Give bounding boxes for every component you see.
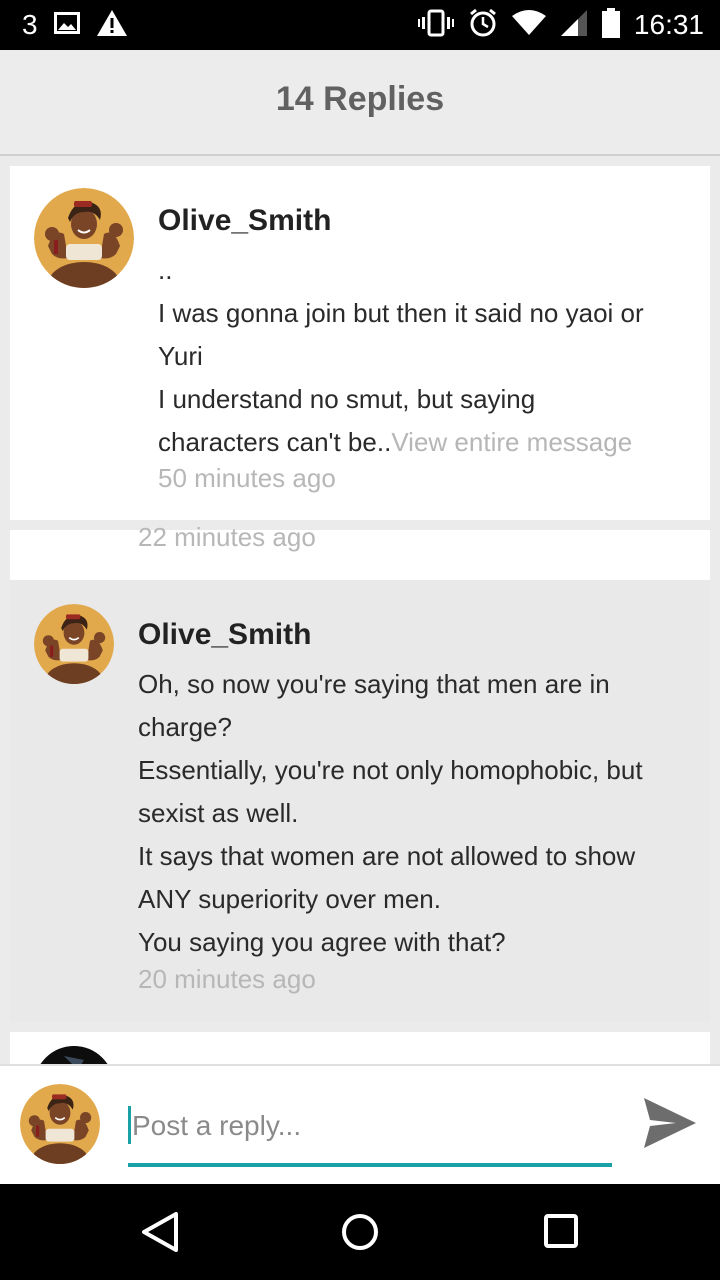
my-avatar[interactable] — [20, 1084, 100, 1164]
reply-card[interactable]: 22 minutes ago — [10, 522, 710, 580]
back-icon[interactable] — [140, 1210, 180, 1259]
navigation-bar — [0, 1184, 720, 1280]
input-underline — [128, 1163, 612, 1167]
reply-timestamp: 50 minutes ago — [158, 463, 336, 493]
vibrate-icon — [417, 9, 454, 42]
warning-icon — [96, 9, 128, 42]
reply-author[interactable]: Olive_Smith — [158, 204, 331, 238]
message-line: I understand no smut, but saying — [158, 384, 536, 414]
notification-count: 3 — [22, 9, 38, 40]
reply-card[interactable] — [10, 1032, 710, 1064]
message-line: charge? — [138, 712, 232, 742]
message-line: .. — [158, 255, 173, 285]
avatar[interactable] — [34, 1046, 114, 1064]
reply-author[interactable]: Olive_Smith — [138, 618, 311, 652]
app-header: 14 Replies — [0, 50, 720, 156]
message-line: ANY superiority over men. — [138, 884, 441, 914]
message-line: Oh, so now you're saying that men are in — [138, 669, 610, 699]
avatar[interactable] — [34, 188, 134, 288]
reply-input[interactable] — [128, 1102, 616, 1150]
replies-list[interactable]: Olive_Smith .. I was gonna join but then… — [0, 156, 720, 1064]
message-line: sexist as well. — [138, 798, 299, 828]
send-icon[interactable] — [642, 1096, 698, 1155]
message-line: Essentially, you're not only homophobic,… — [138, 755, 643, 785]
avatar[interactable] — [34, 604, 114, 684]
recents-icon[interactable] — [542, 1210, 582, 1259]
signal-icon — [560, 9, 588, 42]
message-line: It says that women are not allowed to sh… — [138, 841, 636, 871]
wifi-icon — [511, 9, 546, 41]
message-line: I was gonna join but then it said no yao… — [158, 298, 644, 328]
reply-composer — [0, 1064, 720, 1186]
reply-timestamp: 20 minutes ago — [138, 964, 316, 994]
home-icon[interactable] — [340, 1210, 380, 1259]
reply-card-highlighted[interactable]: Olive_Smith Oh, so now you're saying tha… — [10, 580, 710, 1022]
reply-timestamp: 22 minutes ago — [138, 522, 316, 552]
view-entire-message-link[interactable]: View entire message — [391, 427, 632, 457]
message-line: You saying you agree with that? — [138, 927, 506, 957]
battery-icon — [601, 7, 620, 43]
text-cursor — [128, 1106, 131, 1144]
status-bar: 3 16:31 — [0, 0, 720, 50]
reply-message: .. I was gonna join but then it said no … — [158, 249, 644, 464]
message-line: characters can't be.. — [158, 427, 392, 457]
clock: 16:31 — [633, 9, 704, 40]
message-line: Yuri — [158, 341, 203, 371]
page-title: 14 Replies — [275, 80, 445, 118]
reply-card[interactable]: Olive_Smith .. I was gonna join but then… — [10, 166, 710, 520]
alarm-icon — [468, 8, 498, 43]
image-icon — [53, 11, 80, 39]
reply-message: Oh, so now you're saying that men are in… — [138, 663, 643, 964]
